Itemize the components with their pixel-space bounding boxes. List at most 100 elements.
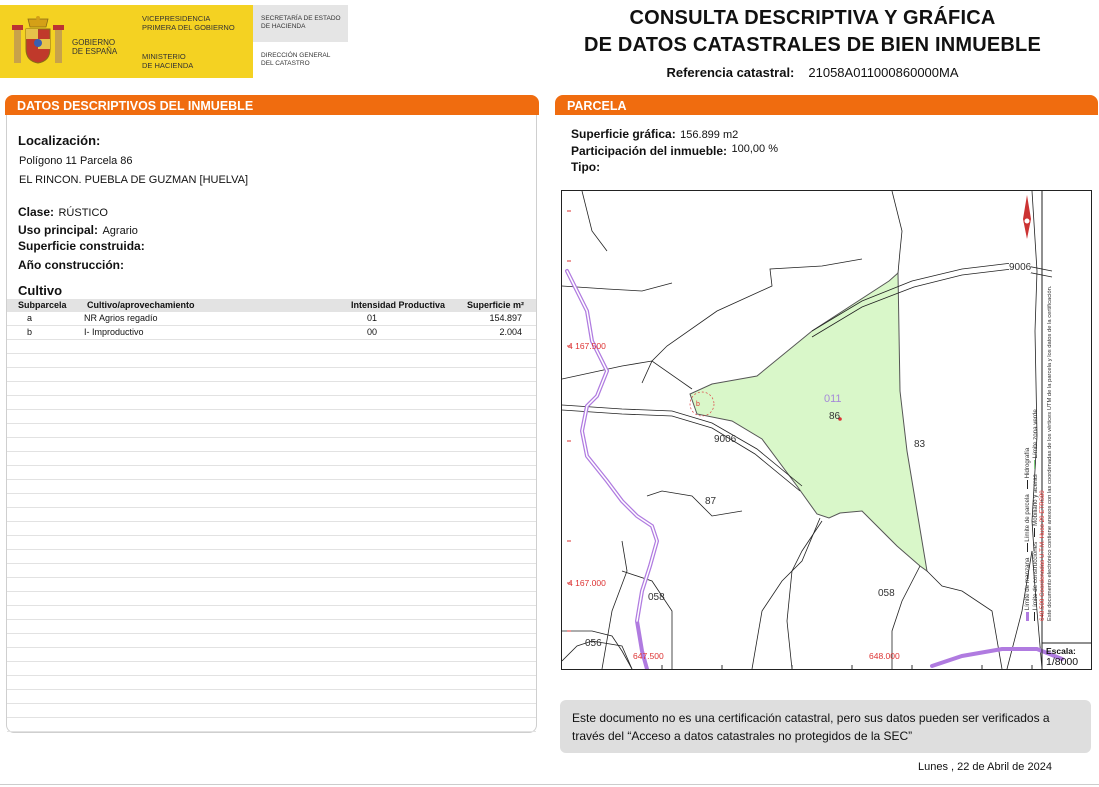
page-title: CONSULTA DESCRIPTIVA Y GRÁFICA DE DATOS …	[555, 5, 1070, 59]
min-line1: MINISTERIO	[142, 52, 186, 61]
empty-table-row	[7, 564, 536, 578]
legend-mobiliario: Mobiliario y aceras	[1031, 474, 1039, 526]
parcel-058-label-2: 058	[878, 588, 895, 599]
government-logo-block: GOBIERNO DE ESPAÑA	[0, 5, 133, 78]
participacion-label: Participación del inmueble:	[571, 144, 728, 158]
loc-label: Localización:	[18, 133, 101, 148]
title-line2: DE DATOS CATASTRALES DE BIEN INMUEBLE	[583, 34, 1042, 56]
map-legend: Límite de manzana Límite de parcela Hidr…	[1024, 181, 1076, 621]
parcel-code-label: 011	[824, 393, 842, 405]
dir-line1: DIRECCIÓN GENERAL	[261, 52, 331, 59]
sec-line2: DE HACIENDA	[261, 23, 306, 30]
cell-cultivo: NR Agrios regadío	[84, 313, 158, 323]
legend-row-2: Límite de construcciones Mobiliario y ac…	[1032, 181, 1040, 621]
parcel-83-label: 83	[914, 439, 926, 450]
empty-table-row	[7, 480, 536, 494]
empty-table-row	[7, 690, 536, 704]
section-bar-descriptivos: DATOS DESCRIPTIVOS DEL INMUEBLE	[5, 95, 539, 115]
clase-row: Clase: RÚSTICO	[18, 203, 108, 221]
empty-table-row	[7, 536, 536, 550]
empty-table-row	[7, 662, 536, 676]
vice-line1: VICEPRESIDENCIA	[142, 14, 211, 23]
parcel-056-label: 056	[585, 638, 602, 649]
government-text: GOBIERNO DE ESPAÑA	[72, 38, 117, 56]
cell-subparcela: b	[27, 327, 33, 337]
section-bar-parcela: PARCELA	[555, 95, 1098, 115]
vicepresidencia-block: VICEPRESIDENCIA PRIMERA DEL GOBIERNO MIN…	[133, 5, 253, 78]
table-row: a NR Agrios regadío 01 154.897	[7, 312, 536, 326]
referencia-catastral: Referencia catastral: 21058A011000860000M…	[555, 65, 1070, 80]
empty-table-row	[7, 466, 536, 480]
min-line2: DE HACIENDA	[142, 61, 194, 70]
empty-table-row	[7, 550, 536, 564]
parcel-87-label: 87	[705, 496, 717, 507]
legend-coords: 648.500 Coordenadas U.T.M. Huso 29 ETRS8…	[1039, 490, 1047, 621]
cultivo-table-header: Subparcela Cultivo/aprovechamiento Inten…	[7, 299, 536, 312]
empty-table-row	[7, 704, 536, 718]
empty-table-row	[7, 494, 536, 508]
sup-grafica-row: Superficie gráfica: 156.899 m2	[571, 125, 738, 143]
clase-label: Clase:	[18, 205, 55, 219]
empty-table-row	[7, 606, 536, 620]
participacion-row: Participación del inmueble: 100,00 %	[571, 142, 778, 160]
gov-line1: GOBIERNO	[72, 38, 116, 47]
empty-table-row	[7, 634, 536, 648]
th-cultivo: Cultivo/aprovechamiento	[87, 300, 195, 310]
empty-table-row	[7, 620, 536, 634]
direccion-block: DIRECCIÓN GENERAL DEL CATASTRO	[261, 52, 330, 68]
empty-table-row	[7, 424, 536, 438]
legend-zona-verde: Límite zona verde	[1031, 409, 1039, 459]
dir-line2: DEL CATASTRO	[261, 60, 310, 67]
scale-label: Escala:	[1046, 646, 1076, 656]
cell-subparcela: a	[27, 313, 33, 323]
empty-table-row	[7, 410, 536, 424]
empty-table-row	[7, 396, 536, 410]
uso-row: Uso principal: Agrario	[18, 221, 138, 239]
tipo-label: Tipo:	[571, 160, 601, 174]
empty-table-row	[7, 522, 536, 536]
table-row: b I- Improductivo 00 2.004	[7, 326, 536, 340]
footer-divider	[0, 784, 1099, 785]
gov-line2: DE ESPAÑA	[72, 47, 118, 56]
utm-y-4167000: 4 167.000	[568, 578, 606, 588]
cell-superficie: 154.897	[489, 313, 522, 323]
cell-intensidad: 01	[367, 313, 378, 323]
th-superficie: Superficie m²	[466, 300, 524, 310]
cadastral-map[interactable]: 011 86 b 9006 9006 83 87 058 058 056 4 1…	[561, 190, 1092, 670]
empty-table-row	[7, 368, 536, 382]
subparcel-b-label: b	[696, 401, 700, 408]
bar-title-b: INMUEBLE	[187, 99, 254, 113]
ref-label: Referencia catastral:	[666, 65, 795, 80]
legend-note: Este documento electrónico contiene anex…	[1046, 285, 1053, 621]
cell-superficie: 2.004	[499, 327, 522, 337]
legend-hidrografia: Hidrografía	[1024, 447, 1031, 479]
empty-table-row	[7, 438, 536, 452]
cell-intensidad: 00	[367, 327, 378, 337]
utm-x-648000: 648.000	[869, 651, 900, 661]
sup-grafica-value: 156.899 m2	[680, 129, 739, 141]
empty-table-row	[7, 354, 536, 368]
parcel-86-area	[689, 271, 928, 573]
utm-y-4167500: 4 167.500	[568, 341, 606, 351]
empty-table-row	[7, 676, 536, 690]
empty-table-row	[7, 592, 536, 606]
issue-date: Lunes , 22 de Abril de 2024	[918, 761, 1052, 773]
loc-line2: EL RINCON. PUEBLA DE GUZMAN [HUELVA]	[19, 174, 249, 186]
sec-line1: SECRETARÍA DE ESTADO	[261, 15, 341, 22]
uso-value: Agrario	[102, 225, 138, 237]
uso-label: Uso principal:	[18, 223, 99, 237]
title-line1: CONSULTA DESCRIPTIVA Y GRÁFICA	[629, 7, 996, 29]
legend-parcela: Límite de parcela	[1024, 494, 1031, 542]
disclaimer-note: Este documento no es una certificación c…	[560, 700, 1091, 753]
loc-line1: Polígono 11 Parcela 86	[19, 155, 133, 167]
empty-table-row	[7, 578, 536, 592]
empty-table-row	[7, 648, 536, 662]
empty-table-row	[7, 718, 536, 732]
scale-value: 1/8000	[1046, 656, 1079, 668]
secretaria-block: SECRETARÍA DE ESTADO DE HACIENDA	[253, 5, 348, 42]
coat-of-arms-icon	[12, 16, 64, 64]
cultivo-label: Cultivo	[18, 283, 63, 298]
empty-table-row	[7, 508, 536, 522]
bar-title-a: DATOS DESCRIPTIVOS DEL	[17, 99, 188, 113]
clase-value: RÚSTICO	[58, 207, 108, 219]
